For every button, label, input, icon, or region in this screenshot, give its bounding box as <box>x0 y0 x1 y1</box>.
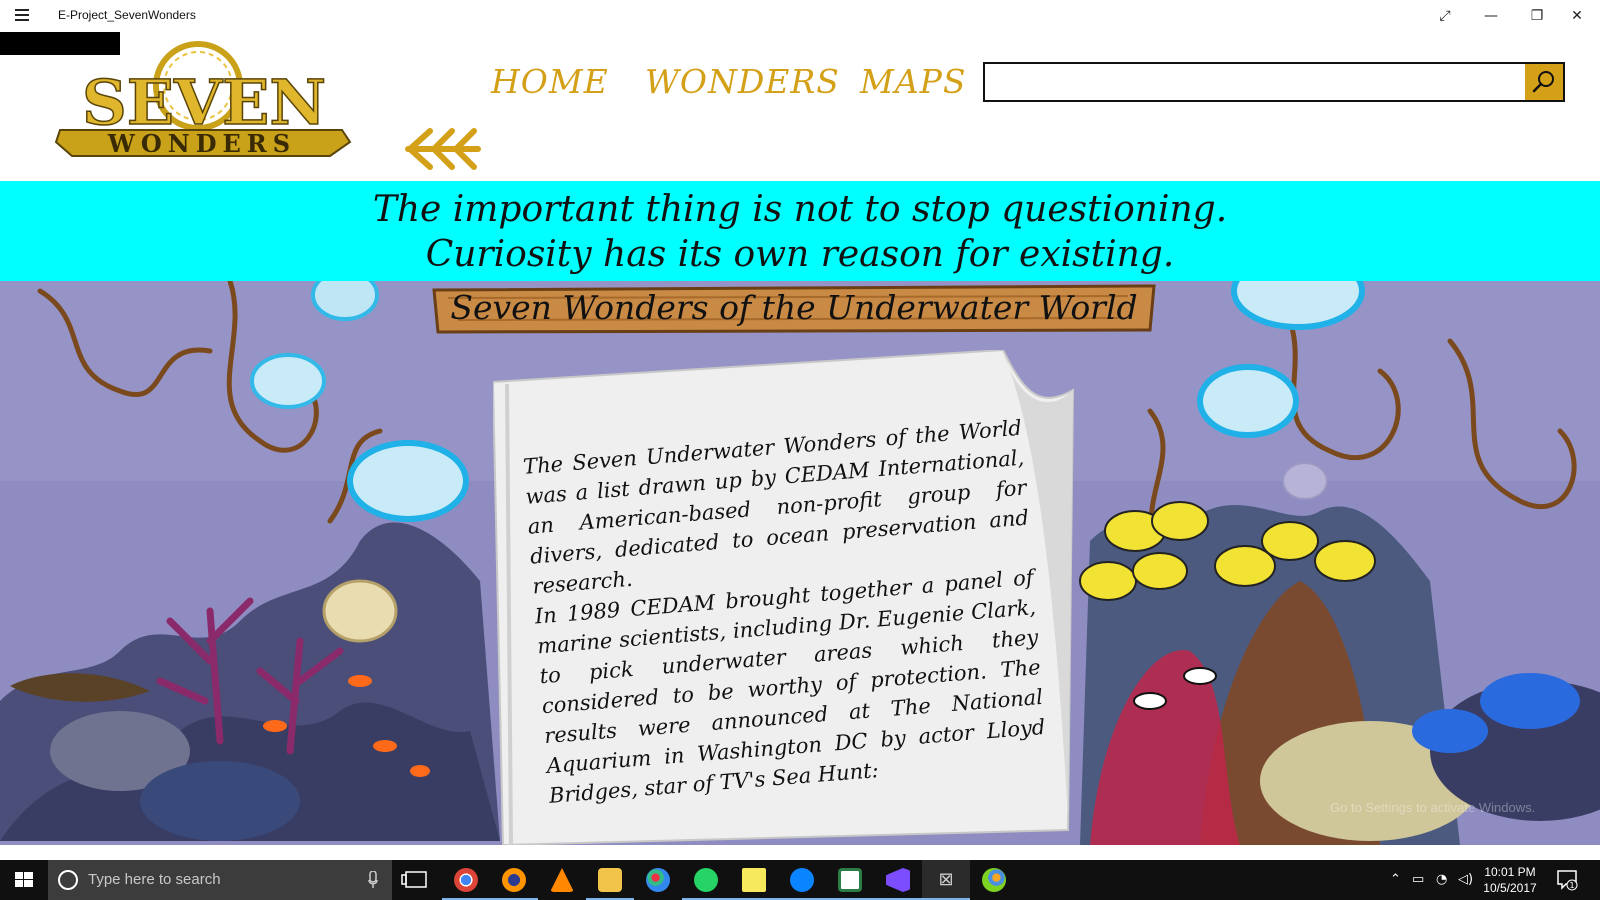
bottom-strip <box>0 845 1600 860</box>
volume-icon[interactable]: ◁) <box>1458 860 1473 900</box>
cortana-icon <box>58 870 78 890</box>
search-icon <box>1532 71 1554 93</box>
seven-wonders-app-icon[interactable]: ⊠ <box>922 860 970 900</box>
windows-start-icon[interactable] <box>0 860 48 900</box>
logo-text-wonders: WONDERS <box>107 129 296 158</box>
microphone-icon[interactable] <box>368 871 378 889</box>
paint3d-icon[interactable] <box>970 860 1018 900</box>
chrome-icon[interactable] <box>442 860 490 900</box>
clock-date: 10/5/2017 <box>1483 881 1537 895</box>
close-button[interactable]: ✕ <box>1554 0 1600 32</box>
taskbar-search-placeholder: Type here to search <box>88 871 221 888</box>
title-bar: E-Project_SevenWonders ⤢ — ❐ ✕ <box>0 0 1600 32</box>
taskbar-search[interactable]: Type here to search <box>48 860 392 900</box>
quote-banner: The important thing is not to stop quest… <box>0 181 1600 281</box>
vlc-icon[interactable] <box>538 860 586 900</box>
nav-home-link[interactable]: HOME <box>491 62 609 101</box>
whatsapp-icon[interactable] <box>682 860 730 900</box>
nav-wonders-link[interactable]: WONDERS <box>645 62 840 101</box>
system-clock[interactable]: 10:01 PM 10/5/2017 <box>1474 864 1546 896</box>
app-window-icon[interactable] <box>826 860 874 900</box>
sticky-notes-icon[interactable] <box>730 860 778 900</box>
battery-icon[interactable]: ▭ <box>1412 860 1424 900</box>
seven-wonders-logo[interactable]: SEVEN WONDERS <box>52 38 357 162</box>
nav-maps-link[interactable]: MAPS <box>860 62 966 101</box>
skype-icon[interactable] <box>778 860 826 900</box>
description-paragraph-2: In 1989 CEDAM brought together a panel o… <box>534 565 1047 808</box>
action-center-icon[interactable]: 1 <box>1556 868 1578 892</box>
paint-icon[interactable] <box>634 860 682 900</box>
search-box <box>983 62 1565 102</box>
section-title: Seven Wonders of the Underwater World <box>450 288 1138 327</box>
hamburger-menu-icon[interactable] <box>10 6 34 26</box>
search-input[interactable] <box>985 64 1525 100</box>
window-title: E-Project_SevenWonders <box>58 8 196 22</box>
quote-text: The important thing is not to stop quest… <box>372 189 1228 275</box>
taskbar: Type here to search ⊠ ⌃ ▭ ◔ ◁) 10:01 PM … <box>0 860 1600 900</box>
show-hidden-icons-icon[interactable]: ⌃ <box>1390 860 1401 900</box>
minimize-button[interactable]: — <box>1468 0 1514 32</box>
notification-count: 1 <box>1569 881 1574 890</box>
task-view-icon[interactable] <box>392 860 440 900</box>
clock-time: 10:01 PM <box>1484 865 1536 879</box>
description-text: The Seven Underwater Wonders of the Worl… <box>522 413 1049 811</box>
fullscreen-icon[interactable]: ⤢ <box>1422 0 1468 32</box>
search-button[interactable] <box>1525 64 1563 100</box>
file-explorer-icon[interactable] <box>586 860 634 900</box>
back-arrow-icon[interactable] <box>404 125 484 173</box>
visual-studio-icon[interactable] <box>874 860 922 900</box>
wifi-icon[interactable]: ◔ <box>1436 860 1447 900</box>
firefox-icon[interactable] <box>490 860 538 900</box>
activation-watermark: Go to Settings to activate Windows. <box>1330 800 1536 815</box>
